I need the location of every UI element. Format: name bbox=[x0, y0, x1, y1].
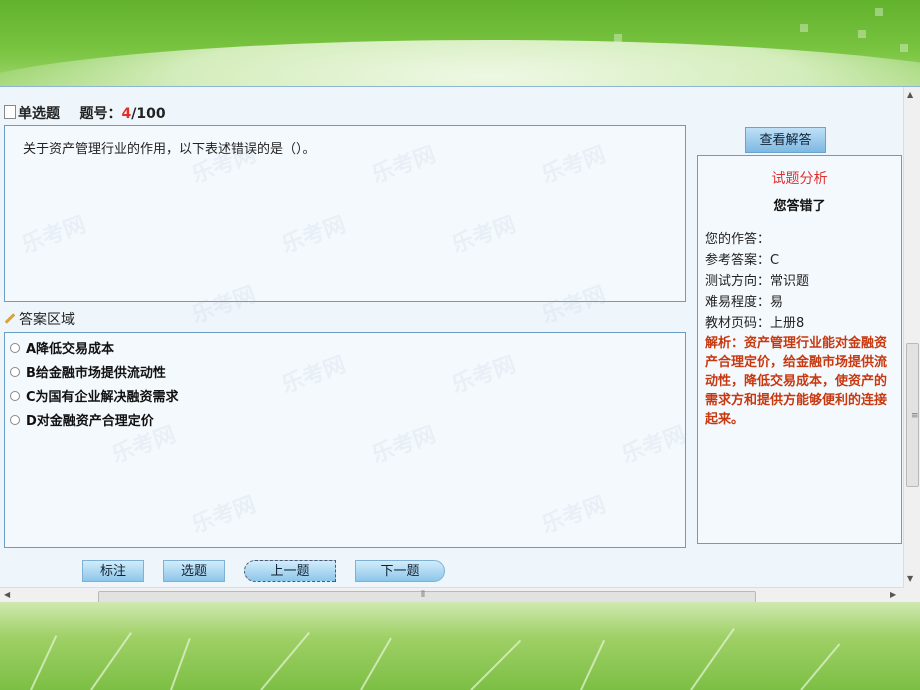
radio-icon[interactable] bbox=[10, 342, 20, 353]
arrow-right-icon[interactable]: ▶ bbox=[890, 590, 896, 599]
arrow-up-icon[interactable]: ▲ bbox=[907, 90, 913, 99]
grass-decor bbox=[260, 631, 310, 690]
arrow-down-icon[interactable]: ▼ bbox=[907, 574, 913, 583]
analysis-panel: 试题分析 您答错了 您的作答： 参考答案：C 测试方向：常识题 难易程度：易 教… bbox=[697, 155, 902, 544]
question-number-label: 题号： bbox=[79, 106, 122, 122]
grip-icon: ≡ bbox=[911, 411, 919, 421]
option-d[interactable]: D对金融资产合理定价 bbox=[10, 410, 154, 429]
decor-square bbox=[614, 34, 622, 42]
next-question-button[interactable]: 下一题 bbox=[355, 560, 445, 582]
difficulty: 难易程度：易 bbox=[705, 295, 784, 310]
question-number-current: 4 bbox=[121, 106, 132, 122]
pencil-icon bbox=[4, 313, 16, 324]
grass-decor bbox=[170, 637, 191, 690]
grass-decor bbox=[800, 643, 841, 690]
option-label: A降低交易成本 bbox=[26, 342, 115, 357]
radio-icon[interactable] bbox=[10, 366, 20, 377]
previous-question-button[interactable]: 上一题 bbox=[244, 560, 336, 582]
arrow-left-icon[interactable]: ◀ bbox=[4, 590, 10, 599]
question-number-total: /100 bbox=[131, 106, 166, 122]
option-label: C为国有企业解决融资需求 bbox=[26, 390, 179, 405]
answer-area-title: 答案区域 bbox=[4, 309, 75, 329]
radio-icon[interactable] bbox=[10, 390, 20, 401]
background-wave bbox=[0, 40, 920, 92]
grass-decor bbox=[690, 627, 735, 690]
radio-icon[interactable] bbox=[10, 414, 20, 425]
select-question-button[interactable]: 选题 bbox=[163, 560, 225, 582]
decor-square bbox=[858, 30, 866, 38]
grass-decor bbox=[580, 639, 606, 690]
option-c[interactable]: C为国有企业解决融资需求 bbox=[10, 386, 179, 405]
question-type: 单选题 bbox=[18, 106, 60, 122]
option-a[interactable]: A降低交易成本 bbox=[10, 338, 114, 357]
option-label: D对金融资产合理定价 bbox=[26, 414, 154, 429]
result-text: 您答错了 bbox=[773, 199, 826, 214]
vertical-scroll-thumb[interactable]: ≡ bbox=[906, 343, 919, 487]
textbook-page: 教材页码：上册8 bbox=[705, 316, 805, 331]
mark-button[interactable]: 标注 bbox=[82, 560, 144, 582]
view-answer-button[interactable]: 查看解答 bbox=[745, 127, 826, 153]
grip-icon: ⦀ bbox=[421, 590, 425, 600]
scrollbar-corner bbox=[904, 587, 920, 603]
decor-square bbox=[800, 24, 808, 32]
question-header: 单选题 题号：4/100 bbox=[4, 103, 166, 123]
option-label: B给金融市场提供流动性 bbox=[26, 366, 166, 381]
analysis-title: 试题分析 bbox=[771, 171, 828, 187]
vertical-scrollbar[interactable]: ▲ ≡ ▼ bbox=[903, 87, 920, 587]
answer-area-label: 答案区域 bbox=[19, 312, 75, 328]
test-direction: 测试方向：常识题 bbox=[705, 274, 810, 289]
grass-decor bbox=[470, 639, 522, 690]
option-b[interactable]: B给金融市场提供流动性 bbox=[10, 362, 166, 381]
decor-square bbox=[900, 44, 908, 52]
footer-background bbox=[0, 602, 920, 690]
your-answer: 您的作答： bbox=[705, 232, 771, 247]
grass-decor bbox=[30, 635, 58, 690]
question-text: 关于资产管理行业的作用，以下表述错误的是（）。 bbox=[23, 142, 316, 157]
decor-square bbox=[875, 8, 883, 16]
question-panel: 关于资产管理行业的作用，以下表述错误的是（）。 bbox=[4, 125, 686, 302]
exam-window: 单选题 题号：4/100 关于资产管理行业的作用，以下表述错误的是（）。 答案区… bbox=[0, 86, 920, 605]
header-background bbox=[0, 0, 920, 92]
answer-panel: A降低交易成本 B给金融市场提供流动性 C为国有企业解决融资需求 D对金融资产合… bbox=[4, 332, 686, 548]
grass-decor bbox=[90, 632, 132, 690]
document-icon bbox=[4, 105, 16, 119]
reference-answer: 参考答案：C bbox=[705, 253, 780, 268]
analysis-explanation: 解析：资产管理行业能对金融资产合理定价，给金融市场提供流动性，降低交易成本，使资… bbox=[705, 336, 888, 427]
grass-decor bbox=[360, 637, 392, 690]
